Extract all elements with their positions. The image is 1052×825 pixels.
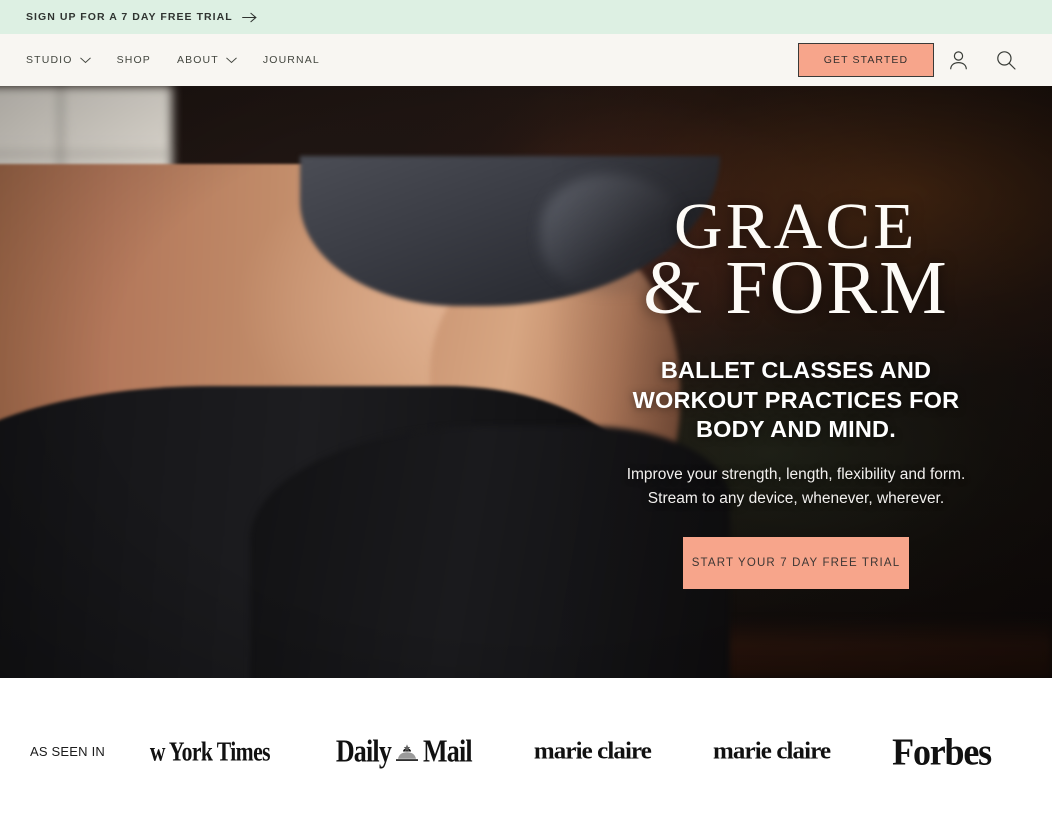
nav-actions: GET STARTED	[798, 40, 1030, 80]
nav-links: STUDIO SHOP ABOUT JOURNAL	[26, 54, 320, 66]
wordmark-line-1: GRACE	[674, 190, 918, 263]
nav-item-label: SHOP	[116, 54, 151, 66]
announcement-label: SIGN UP FOR A 7 DAY FREE TRIAL	[26, 11, 233, 23]
chevron-down-icon	[226, 57, 237, 63]
nav-item-label: JOURNAL	[262, 54, 320, 66]
account-button[interactable]	[934, 40, 982, 80]
nav-item-studio[interactable]: STUDIO	[26, 54, 91, 66]
nav-item-about[interactable]: ABOUT	[177, 54, 237, 66]
hero-copy: GRACE & FORM BALLET CLASSES AND WORKOUT …	[560, 86, 1032, 678]
get-started-button[interactable]: GET STARTED	[798, 43, 934, 77]
daily-mail-crest-icon	[396, 743, 419, 760]
hero-section: GRACE & FORM BALLET CLASSES AND WORKOUT …	[0, 86, 1052, 678]
nav-item-label: ABOUT	[176, 54, 219, 66]
logo-marie-claire-1: marie claire	[533, 738, 652, 764]
press-strip: AS SEEN IN w York Times Daily Mail marie…	[0, 678, 1052, 825]
logo-daily-mail: Daily Mail	[335, 733, 473, 770]
hero-subcopy: Improve your strength, length, flexibili…	[626, 465, 966, 508]
arrow-right-icon	[241, 12, 257, 22]
nav-item-label: STUDIO	[26, 54, 73, 66]
nav-item-shop[interactable]: SHOP	[117, 54, 151, 66]
logo-marie-claire-2: marie claire	[713, 738, 831, 764]
search-button[interactable]	[982, 40, 1030, 80]
start-free-trial-label: START YOUR 7 DAY FREE TRIAL	[691, 557, 901, 570]
chevron-down-icon	[79, 57, 91, 63]
announcement-link[interactable]: SIGN UP FOR A 7 DAY FREE TRIAL	[26, 11, 257, 23]
press-logo-list: w York Times Daily Mail marie claire mar…	[115, 730, 1022, 773]
get-started-label: GET STARTED	[823, 54, 909, 66]
wordmark-line-2: & FORM	[643, 246, 949, 331]
logo-forbes: Forbes	[892, 730, 992, 773]
start-free-trial-button[interactable]: START YOUR 7 DAY FREE TRIAL	[683, 537, 909, 590]
search-icon	[997, 51, 1016, 70]
main-navigation: STUDIO SHOP ABOUT JOURNAL GET STARTED	[0, 34, 1052, 86]
daily-mail-text-after: Mail	[423, 733, 473, 769]
nav-item-journal[interactable]: JOURNAL	[263, 54, 320, 66]
hero-tagline: BALLET CLASSES AND WORKOUT PRACTICES FOR…	[632, 357, 960, 443]
daily-mail-text-before: Daily	[335, 733, 392, 769]
as-seen-in-label: AS SEEN IN	[30, 744, 105, 759]
user-account-icon	[949, 51, 967, 70]
hero-wordmark: GRACE & FORM	[643, 190, 949, 331]
logo-the-new-york-times: w York Times	[149, 736, 271, 766]
announcement-bar: SIGN UP FOR A 7 DAY FREE TRIAL	[0, 0, 1052, 34]
